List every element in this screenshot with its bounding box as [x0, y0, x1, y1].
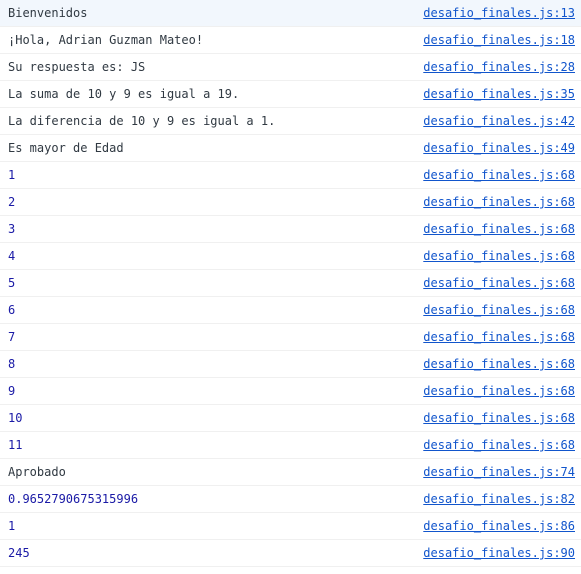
console-message: 8	[8, 355, 413, 373]
source-link[interactable]: desafio_finales.js:68	[413, 382, 575, 400]
console-message: Su respuesta es: JS	[8, 58, 413, 76]
console-message: La diferencia de 10 y 9 es igual a 1.	[8, 112, 413, 130]
source-link[interactable]: desafio_finales.js:49	[413, 139, 575, 157]
console-row: La suma de 10 y 9 es igual a 19.desafio_…	[0, 81, 581, 108]
console-row: 4desafio_finales.js:68	[0, 243, 581, 270]
console-message: 3	[8, 220, 413, 238]
console-message: 1	[8, 517, 413, 535]
console-message: 1	[8, 166, 413, 184]
console-message: La suma de 10 y 9 es igual a 19.	[8, 85, 413, 103]
console-row: 1desafio_finales.js:68	[0, 162, 581, 189]
source-link[interactable]: desafio_finales.js:18	[413, 31, 575, 49]
console-message: 245	[8, 544, 413, 562]
console-row: 6desafio_finales.js:68	[0, 297, 581, 324]
source-link[interactable]: desafio_finales.js:68	[413, 355, 575, 373]
console-row: 0.9652790675315996desafio_finales.js:82	[0, 486, 581, 513]
console-row: 2desafio_finales.js:68	[0, 189, 581, 216]
source-link[interactable]: desafio_finales.js:68	[413, 301, 575, 319]
console-row: Aprobadodesafio_finales.js:74	[0, 459, 581, 486]
source-link[interactable]: desafio_finales.js:68	[413, 166, 575, 184]
console-message: 5	[8, 274, 413, 292]
source-link[interactable]: desafio_finales.js:90	[413, 544, 575, 562]
console-row: 9desafio_finales.js:68	[0, 378, 581, 405]
console-row: 8desafio_finales.js:68	[0, 351, 581, 378]
console-row: 7desafio_finales.js:68	[0, 324, 581, 351]
console-row: Su respuesta es: JSdesafio_finales.js:28	[0, 54, 581, 81]
console-message: 0.9652790675315996	[8, 490, 413, 508]
source-link[interactable]: desafio_finales.js:68	[413, 274, 575, 292]
source-link[interactable]: desafio_finales.js:42	[413, 112, 575, 130]
source-link[interactable]: desafio_finales.js:82	[413, 490, 575, 508]
console-row: 245desafio_finales.js:90	[0, 540, 581, 567]
console-message: 4	[8, 247, 413, 265]
console-row: ¡Hola, Adrian Guzman Mateo!desafio_final…	[0, 27, 581, 54]
console-row: 1desafio_finales.js:86	[0, 513, 581, 540]
console-message: 9	[8, 382, 413, 400]
console-message: 2	[8, 193, 413, 211]
console-message: 7	[8, 328, 413, 346]
console-row: 10desafio_finales.js:68	[0, 405, 581, 432]
source-link[interactable]: desafio_finales.js:13	[413, 4, 575, 22]
console-message: 6	[8, 301, 413, 319]
source-link[interactable]: desafio_finales.js:68	[413, 247, 575, 265]
source-link[interactable]: desafio_finales.js:28	[413, 58, 575, 76]
console-message: 11	[8, 436, 413, 454]
console-message: ¡Hola, Adrian Guzman Mateo!	[8, 31, 413, 49]
source-link[interactable]: desafio_finales.js:68	[413, 436, 575, 454]
console-row: Es mayor de Edaddesafio_finales.js:49	[0, 135, 581, 162]
source-link[interactable]: desafio_finales.js:86	[413, 517, 575, 535]
console-message: 10	[8, 409, 413, 427]
console-message: Es mayor de Edad	[8, 139, 413, 157]
console-message: Bienvenidos	[8, 4, 413, 22]
console-row: Bienvenidosdesafio_finales.js:13	[0, 0, 581, 27]
source-link[interactable]: desafio_finales.js:68	[413, 220, 575, 238]
console-message: Aprobado	[8, 463, 413, 481]
console-row: 3desafio_finales.js:68	[0, 216, 581, 243]
source-link[interactable]: desafio_finales.js:68	[413, 193, 575, 211]
source-link[interactable]: desafio_finales.js:35	[413, 85, 575, 103]
console-row: 11desafio_finales.js:68	[0, 432, 581, 459]
source-link[interactable]: desafio_finales.js:68	[413, 328, 575, 346]
console-output: Bienvenidosdesafio_finales.js:13¡Hola, A…	[0, 0, 581, 567]
console-row: 5desafio_finales.js:68	[0, 270, 581, 297]
source-link[interactable]: desafio_finales.js:74	[413, 463, 575, 481]
console-row: La diferencia de 10 y 9 es igual a 1.des…	[0, 108, 581, 135]
source-link[interactable]: desafio_finales.js:68	[413, 409, 575, 427]
